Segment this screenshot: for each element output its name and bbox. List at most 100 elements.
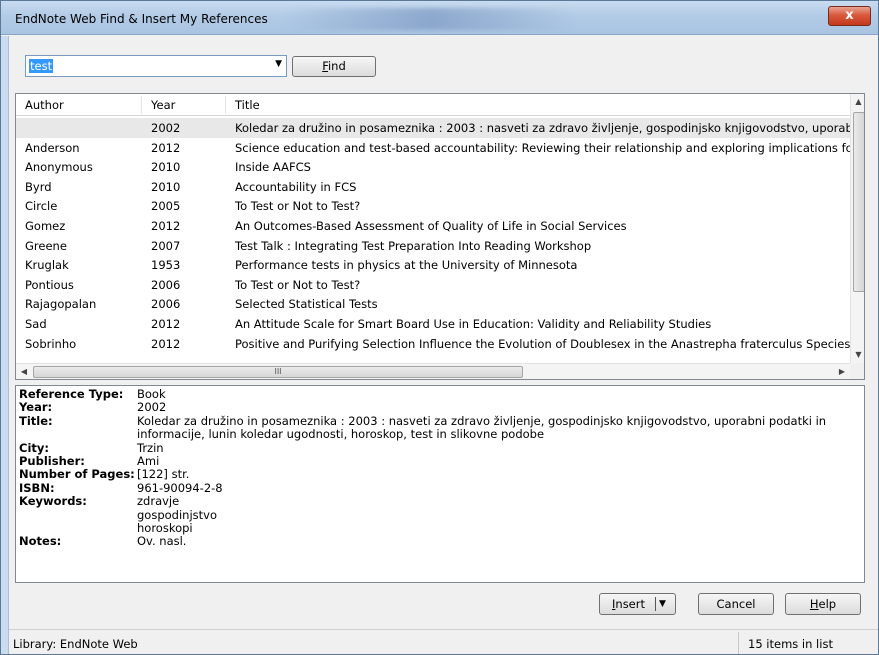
scroll-left-icon[interactable]: ◀ xyxy=(16,364,32,379)
cell-year: 2006 xyxy=(151,277,181,292)
vertical-scroll-thumb[interactable] xyxy=(853,112,864,292)
detail-values: [122] str. xyxy=(137,467,864,482)
detail-label: ISBN: xyxy=(19,480,55,495)
table-row[interactable]: Sobrinho 2012 Positive and Purifying Selec… xyxy=(16,334,864,354)
scroll-down-icon[interactable]: ▼ xyxy=(851,347,864,363)
insert-button[interactable]: Insert ▼ xyxy=(599,593,676,615)
cell-year: 2012 xyxy=(151,316,181,331)
close-button[interactable]: x xyxy=(828,6,871,26)
detail-values: Trzin xyxy=(137,441,864,455)
table-row[interactable]: Anonymous 2010 Inside AAFCS xyxy=(16,157,850,177)
detail-value: 2002 xyxy=(137,400,167,415)
column-divider[interactable] xyxy=(141,96,142,114)
cell-author: Circle xyxy=(25,199,58,214)
detail-values: 2002 xyxy=(137,400,864,415)
detail-label: Publisher: xyxy=(19,454,85,469)
item-count: 15 items in list xyxy=(748,637,833,651)
detail-field: Publisher: Ami xyxy=(16,454,864,469)
detail-field: Reference Type: Book xyxy=(16,387,864,401)
detail-value: 961-90094-2-8 xyxy=(137,480,223,495)
cell-year: 2010 xyxy=(151,179,181,194)
table-row[interactable]: Anderson 2012 Science education and test-b… xyxy=(16,138,864,158)
column-header-year[interactable]: Year xyxy=(151,98,175,112)
table-row[interactable]: Greene 2007 Test Talk : Integrating Test P… xyxy=(16,236,850,256)
table-row[interactable]: Rajagopalan 2006 Selected Statistical Test… xyxy=(16,294,850,314)
insert-dropdown-icon[interactable]: ▼ xyxy=(659,594,666,614)
cell-year: 2002 xyxy=(151,121,181,135)
cell-title: Selected Statistical Tests xyxy=(235,297,378,312)
detail-field: City: Trzin xyxy=(16,440,864,455)
vertical-scrollbar[interactable]: ▲ ▼ xyxy=(850,94,864,363)
cell-author: Anderson xyxy=(25,140,80,155)
window-frame-edge xyxy=(1,36,9,654)
scroll-right-icon[interactable]: ▶ xyxy=(834,364,850,379)
table-row[interactable]: Pontious 2006 To Test or Not to Test? xyxy=(16,275,850,295)
title-bar: EndNote Web Find & Insert My References … xyxy=(1,1,878,35)
horizontal-scroll-thumb[interactable]: III xyxy=(33,366,523,378)
cell-title: Performance tests in physics at the Univ… xyxy=(235,258,578,273)
cell-year: 2012 xyxy=(151,140,181,155)
horizontal-scrollbar[interactable]: ◀ III ▶ xyxy=(16,363,850,379)
cell-year: 2005 xyxy=(151,199,181,214)
reference-details-panel: Reference Type: Book Year: 2002 Title: Koleda… xyxy=(15,385,865,583)
detail-values: zdravje gospodinjstvo horoskopi xyxy=(137,494,864,535)
search-combobox[interactable]: test ▼ xyxy=(25,55,287,77)
table-row[interactable]: Gomez 2012 An Outcomes-Based Assessment of… xyxy=(16,216,850,236)
find-button[interactable]: Find xyxy=(292,56,376,77)
detail-value: zdravje xyxy=(137,494,180,509)
table-row[interactable]: Sad 2012 An Attitude Scale for Smart Board… xyxy=(16,314,850,334)
detail-field: Keywords: zdravje gospodinjstvo horoskopi xyxy=(16,494,864,535)
cancel-button[interactable]: Cancel xyxy=(698,593,774,615)
column-divider[interactable] xyxy=(225,96,226,114)
button-bar: Insert ▼ Cancel Help xyxy=(15,593,865,619)
help-label: elp xyxy=(818,597,837,611)
detail-value: Ov. nasl. xyxy=(137,534,187,549)
cell-author: Sad xyxy=(25,316,47,331)
cell-title: Positive and Purifying Selection Influen… xyxy=(235,336,865,351)
cell-author: Greene xyxy=(25,238,67,253)
cell-author: Byrd xyxy=(25,179,52,194)
detail-label: Number of Pages: xyxy=(19,467,135,482)
cell-title: An Attitude Scale for Smart Board Use in… xyxy=(235,316,712,331)
insert-label-rest: nsert xyxy=(615,597,645,611)
scroll-up-icon[interactable]: ▲ xyxy=(851,94,864,110)
search-input[interactable]: test xyxy=(29,59,54,73)
table-row[interactable]: 2002 Koledar za družino in posameznika : … xyxy=(16,118,864,138)
cell-author: Gomez xyxy=(25,218,66,233)
detail-values: 961-90094-2-8 xyxy=(137,480,864,495)
library-status: Library: EndNote Web xyxy=(13,637,138,651)
insert-label: Insert xyxy=(612,594,645,614)
cell-author: Pontious xyxy=(25,277,74,292)
detail-field: Title: Koledar za družino in posameznika … xyxy=(16,414,864,442)
status-divider xyxy=(738,632,739,654)
cell-title: Science education and test-based account… xyxy=(235,140,865,155)
dropdown-arrow-icon[interactable]: ▼ xyxy=(275,59,282,69)
detail-label: City: xyxy=(19,440,49,455)
column-header-title[interactable]: Title xyxy=(235,98,260,112)
list-rows: 2002 Koledar za družino in posameznika : … xyxy=(16,118,864,354)
detail-value: Book xyxy=(137,387,166,401)
table-row[interactable]: Kruglak 1953 Performance tests in physics … xyxy=(16,255,850,275)
help-button[interactable]: Help xyxy=(785,593,861,615)
column-header-author[interactable]: Author xyxy=(25,98,64,112)
cell-year: 2007 xyxy=(151,238,181,253)
cell-author: Rajagopalan xyxy=(25,297,97,312)
cell-title: To Test or Not to Test? xyxy=(235,277,361,292)
detail-label: Notes: xyxy=(19,534,62,549)
help-accel: H xyxy=(809,597,819,611)
list-header: Author Year Title xyxy=(16,94,850,116)
detail-values: Ami xyxy=(137,454,864,469)
table-row[interactable]: Circle 2005 To Test or Not to Test? xyxy=(16,196,850,216)
detail-value: [122] str. xyxy=(137,467,190,482)
detail-label: Reference Type: xyxy=(19,387,124,401)
detail-values: Ov. nasl. xyxy=(137,534,864,549)
detail-field: Year: 2002 xyxy=(16,400,864,415)
detail-value: gospodinjstvo xyxy=(137,507,217,522)
reference-list[interactable]: Author Year Title 2002 Koledar za družino… xyxy=(15,93,865,380)
table-row[interactable]: Byrd 2010 Accountability in FCS xyxy=(16,177,850,197)
cell-year: 1953 xyxy=(151,258,181,273)
detail-label: Year: xyxy=(19,400,53,415)
cell-year: 2010 xyxy=(151,160,181,175)
cell-title: An Outcomes-Based Assessment of Quality … xyxy=(235,218,627,233)
detail-value: Ami xyxy=(137,454,160,469)
